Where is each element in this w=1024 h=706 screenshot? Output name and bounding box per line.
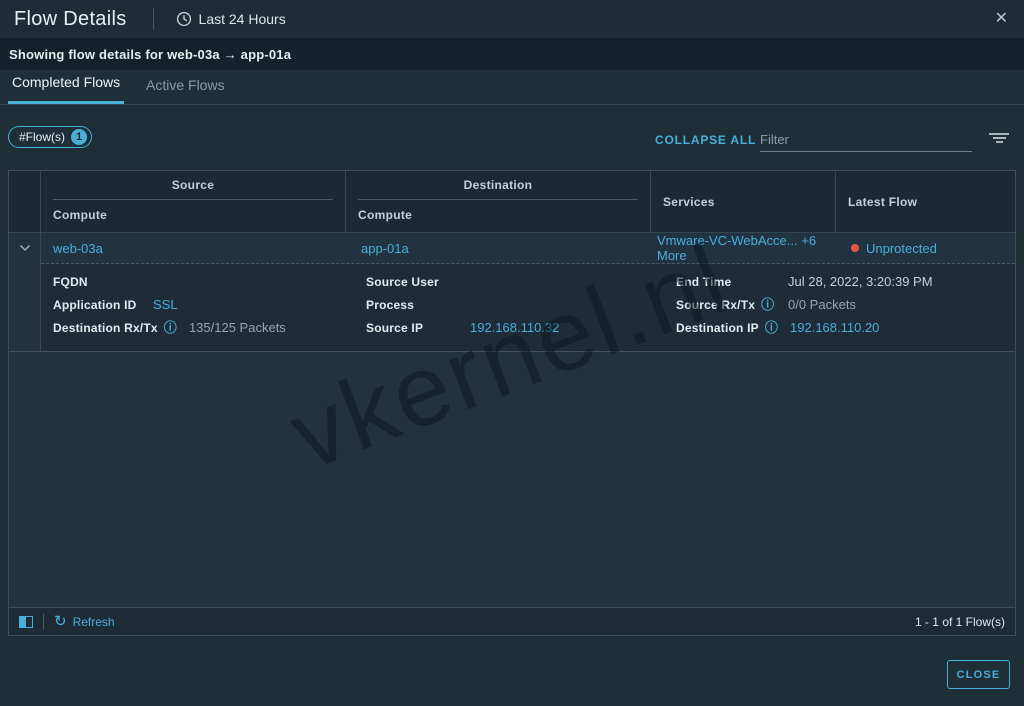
destination-ip-value[interactable]: 192.168.110.20 — [790, 320, 879, 335]
chevron-down-icon — [19, 244, 31, 351]
header-divider — [53, 199, 333, 200]
destination-rxtx-label: Destination Rx/Tx ⓘ — [53, 321, 177, 335]
end-time-label: End Time — [676, 275, 776, 289]
clock-icon — [176, 11, 192, 27]
header-destination-group: Destination Compute — [346, 171, 651, 232]
row-details: FQDN Source User End Time Jul 28, 2022, … — [41, 264, 1015, 351]
services-link[interactable]: Vmware-VC-WebAcce... +6 More — [651, 233, 836, 263]
table-empty-area — [9, 352, 1015, 607]
row-content: web-03a app-01a Vmware-VC-WebAcce... +6 … — [41, 233, 1015, 351]
latest-flow-cell[interactable]: Unprotected — [836, 241, 1015, 256]
tab-completed-flows[interactable]: Completed Flows — [8, 74, 124, 104]
destination-ip-label-text: Destination IP — [676, 321, 759, 335]
time-range-label: Last 24 Hours — [199, 11, 286, 27]
flow-count-badge: 1 — [71, 129, 87, 145]
latest-flow-status: Unprotected — [866, 241, 937, 256]
source-rxtx-label-text: Source Rx/Tx — [676, 298, 755, 312]
source-user-field: Source User — [354, 270, 664, 293]
process-label: Process — [366, 298, 458, 312]
refresh-label: Refresh — [73, 615, 115, 629]
tab-active-flows[interactable]: Active Flows — [142, 77, 229, 104]
application-id-value[interactable]: SSL — [153, 297, 178, 312]
flow-count-chip[interactable]: #Flow(s) 1 — [8, 126, 92, 148]
close-button[interactable]: CLOSE — [947, 660, 1010, 689]
end-time-value: Jul 28, 2022, 3:20:39 PM — [788, 274, 933, 289]
refresh-icon: ↻ — [54, 614, 67, 629]
unprotected-status-dot — [851, 244, 859, 252]
source-rxtx-value: 0/0 Packets — [788, 297, 856, 312]
table-header: Source Compute Destination Compute Servi… — [9, 171, 1015, 233]
pagination-text: 1 - 1 of 1 Flow(s) — [915, 615, 1005, 629]
row-expander[interactable] — [9, 233, 41, 351]
source-ip-field: Source IP 192.168.110.32 — [354, 316, 664, 339]
destination-ip-label: Destination IP ⓘ — [676, 321, 778, 335]
header-latest-flow: Latest Flow — [836, 171, 1015, 232]
filter-icon[interactable] — [988, 133, 1010, 145]
close-icon[interactable]: ✕ — [995, 9, 1008, 29]
destination-compute-link[interactable]: app-01a — [346, 241, 651, 256]
filter-input[interactable] — [760, 127, 972, 152]
collapse-all-button[interactable]: COLLAPSE ALL — [655, 133, 756, 147]
fqdn-label: FQDN — [53, 275, 141, 289]
destination-rxtx-field: Destination Rx/Tx ⓘ 135/125 Packets — [41, 316, 354, 339]
flow-description: Showing flow details for web-03a → app-0… — [9, 47, 291, 62]
destination-rxtx-label-text: Destination Rx/Tx — [53, 321, 158, 335]
header-source-group: Source Compute — [41, 171, 346, 232]
header-destination-compute: Compute — [346, 208, 650, 222]
table-row: web-03a app-01a Vmware-VC-WebAcce... +6 … — [9, 233, 1015, 352]
header-divider — [358, 199, 638, 200]
application-id-label: Application ID — [53, 298, 141, 312]
info-icon[interactable]: ⓘ — [765, 321, 778, 334]
info-icon[interactable]: ⓘ — [164, 321, 177, 334]
header-source-compute: Compute — [41, 208, 345, 222]
header-destination-title: Destination — [346, 178, 650, 192]
source-rxtx-field: Source Rx/Tx ⓘ 0/0 Packets — [664, 293, 1015, 316]
source-rxtx-label: Source Rx/Tx ⓘ — [676, 298, 776, 312]
subtitle-bar: Showing flow details for web-03a → app-0… — [0, 38, 1024, 70]
flows-table: Source Compute Destination Compute Servi… — [8, 170, 1016, 636]
title-divider — [153, 8, 154, 30]
header-source-title: Source — [41, 178, 345, 192]
source-user-label: Source User — [366, 275, 458, 289]
tab-bar: Completed Flows Active Flows — [0, 70, 1024, 105]
process-field: Process — [354, 293, 664, 316]
source-ip-label: Source IP — [366, 321, 458, 335]
end-time-field: End Time Jul 28, 2022, 3:20:39 PM — [664, 270, 1015, 293]
time-range: Last 24 Hours — [176, 11, 286, 27]
flow-chip-label: #Flow(s) — [19, 130, 65, 144]
header-services: Services — [651, 171, 836, 232]
destination-rxtx-value: 135/125 Packets — [189, 320, 286, 335]
fqdn-field: FQDN — [41, 270, 354, 293]
header-chevron-spacer — [9, 171, 41, 232]
page-title: Flow Details — [14, 8, 127, 31]
flow-details-dialog: Flow Details Last 24 Hours ✕ Showing flo… — [0, 0, 1024, 706]
row-summary: web-03a app-01a Vmware-VC-WebAcce... +6 … — [41, 233, 1015, 263]
title-bar: Flow Details Last 24 Hours ✕ — [0, 0, 1024, 38]
table-footer: ↻ Refresh 1 - 1 of 1 Flow(s) — [9, 607, 1015, 635]
refresh-button[interactable]: ↻ Refresh — [54, 614, 115, 629]
source-ip-value[interactable]: 192.168.110.32 — [470, 320, 559, 335]
destination-ip-field: Destination IP ⓘ 192.168.110.20 — [664, 316, 1015, 339]
info-icon[interactable]: ⓘ — [761, 298, 774, 311]
column-settings-icon[interactable] — [19, 616, 33, 628]
application-id-field: Application ID SSL — [41, 293, 354, 316]
footer-divider — [43, 614, 44, 630]
source-compute-link[interactable]: web-03a — [41, 241, 346, 256]
